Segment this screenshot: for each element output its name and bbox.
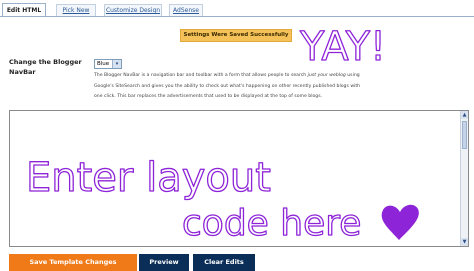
chevron-down-icon[interactable]: ▾ [112, 60, 121, 68]
clear-edits-button[interactable]: Clear Edits [193, 254, 255, 271]
template-code-editor[interactable]: ▲ ▼ [9, 110, 469, 247]
navbar-setting-label: Change the Blogger NavBar [9, 58, 82, 76]
scroll-thumb[interactable] [462, 121, 467, 149]
navbar-description: The Blogger NavBar is a navigation bar a… [94, 71, 362, 103]
navbar-color-select[interactable]: Blue ▾ [94, 59, 122, 69]
tab-pick-new[interactable]: Pick New [56, 4, 96, 16]
scroll-up-icon[interactable]: ▲ [461, 111, 468, 119]
navbar-description-part1: The Blogger NavBar is a navigation bar a… [94, 73, 308, 78]
navbar-color-value: Blue [97, 61, 110, 67]
editor-scrollbar[interactable]: ▲ ▼ [460, 111, 468, 246]
tab-adsense[interactable]: AdSense [169, 4, 203, 16]
preview-button[interactable]: Preview [139, 254, 189, 271]
status-banner: Settings Were Saved Successfully [180, 29, 292, 42]
scroll-down-icon[interactable]: ▼ [461, 238, 468, 246]
navbar-description-italic: just your weblog [307, 73, 346, 78]
save-template-button[interactable]: Save Template Changes [9, 254, 137, 271]
tab-customize-design[interactable]: Customize Design [104, 4, 162, 16]
tab-edit-html[interactable]: Edit HTML [2, 3, 46, 17]
